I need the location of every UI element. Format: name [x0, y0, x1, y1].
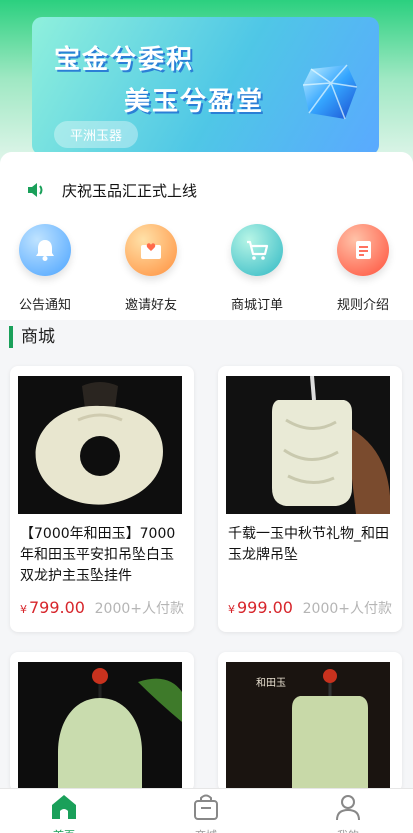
product-price: ¥999.00 [228, 598, 293, 617]
user-icon [336, 795, 360, 821]
price-value: 799.00 [29, 598, 85, 617]
product-price: ¥799.00 [20, 598, 85, 617]
product-card[interactable]: 【7000年和田玉】7000年和田玉平安扣吊坠白玉双龙护主玉坠挂件 ¥799.0… [10, 366, 194, 632]
product-image: 和田玉 [226, 662, 390, 792]
home-icon [52, 795, 76, 819]
menu-label-invite: 邀请好友 [124, 298, 177, 313]
banner-headline-2: 美玉兮盈堂 [124, 87, 265, 117]
menu-label-orders: 商城订单 [230, 298, 283, 313]
currency-symbol: ¥ [20, 603, 27, 616]
product-card[interactable]: 千载一玉中秋节礼物_和田玉龙牌吊坠 ¥999.00 2000+人付款 [218, 366, 402, 632]
tab-label-shop: 商城 [166, 827, 246, 833]
banner-headline-1: 宝金兮委积 [54, 45, 195, 75]
bell-icon [19, 224, 71, 276]
currency-symbol: ¥ [228, 603, 235, 616]
section-title: 商城 [9, 326, 55, 348]
quick-menu: 公告通知 邀请好友 商城订单 规则介绍 [0, 224, 413, 320]
bottom-tab-bar: 首页 商城 我的 [0, 788, 413, 833]
document-icon [337, 224, 389, 276]
banner-tag: 平洲玉器 [54, 121, 139, 148]
tab-shop[interactable]: 商城 [166, 793, 246, 833]
menu-rules[interactable]: 规则介绍 [318, 224, 408, 313]
envelope-heart-icon [125, 224, 177, 276]
sales-count: 2000+人付款 [94, 601, 184, 617]
price-value: 999.00 [237, 598, 293, 617]
shop-bag-icon [194, 794, 218, 820]
product-card[interactable]: 和田玉 [218, 652, 402, 792]
menu-label-announcements: 公告通知 [18, 298, 71, 313]
cart-icon [231, 224, 283, 276]
speaker-icon [28, 183, 43, 197]
tab-profile[interactable]: 我的 [308, 793, 388, 833]
menu-invite-friends[interactable]: 邀请好友 [106, 224, 196, 313]
promo-banner[interactable]: 宝金兮委积 美玉兮盈堂 平洲玉器 [32, 17, 379, 155]
tab-home[interactable]: 首页 [24, 793, 104, 833]
jade-gem-icon [302, 64, 358, 120]
menu-announcements[interactable]: 公告通知 [0, 224, 90, 313]
product-title: 【7000年和田玉】7000年和田玉平安扣吊坠白玉双龙护主玉坠挂件 [20, 526, 176, 584]
tab-label-profile: 我的 [308, 827, 388, 833]
product-image [18, 662, 182, 792]
product-image [18, 376, 182, 514]
notice-bar[interactable]: 庆祝玉品汇正式上线 [0, 152, 413, 224]
sales-count: 2000+人付款 [302, 601, 392, 617]
product-title: 千载一玉中秋节礼物_和田玉龙牌吊坠 [228, 526, 389, 563]
product-card[interactable] [10, 652, 194, 792]
menu-label-rules: 规则介绍 [336, 298, 389, 313]
notice-text: 庆祝玉品汇正式上线 [62, 182, 198, 200]
menu-mall-orders[interactable]: 商城订单 [212, 224, 302, 313]
image-caption: 和田玉 [256, 677, 286, 689]
product-image [226, 376, 390, 514]
tab-label-home: 首页 [24, 827, 104, 833]
